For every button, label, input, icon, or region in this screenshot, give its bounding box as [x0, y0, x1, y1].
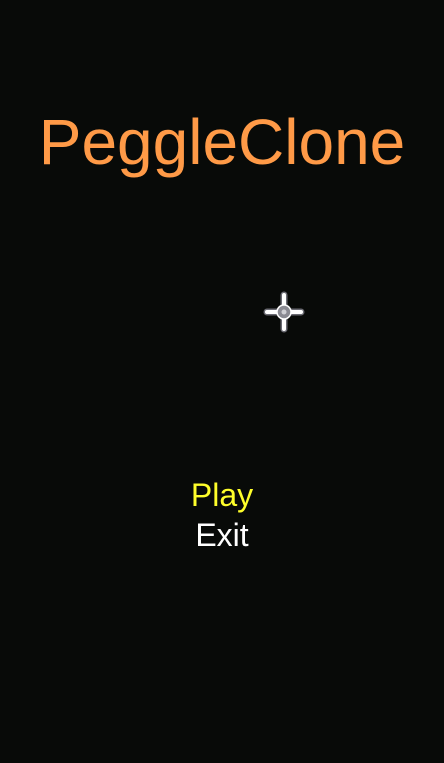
crosshair-move-icon	[263, 291, 305, 333]
menu-item-play[interactable]: Play	[0, 475, 444, 515]
main-menu: Play Exit	[0, 475, 444, 555]
game-title: PeggleClone	[38, 106, 406, 178]
menu-item-exit[interactable]: Exit	[0, 515, 444, 555]
main-menu-screen: PeggleClone Play Exit	[0, 0, 444, 763]
